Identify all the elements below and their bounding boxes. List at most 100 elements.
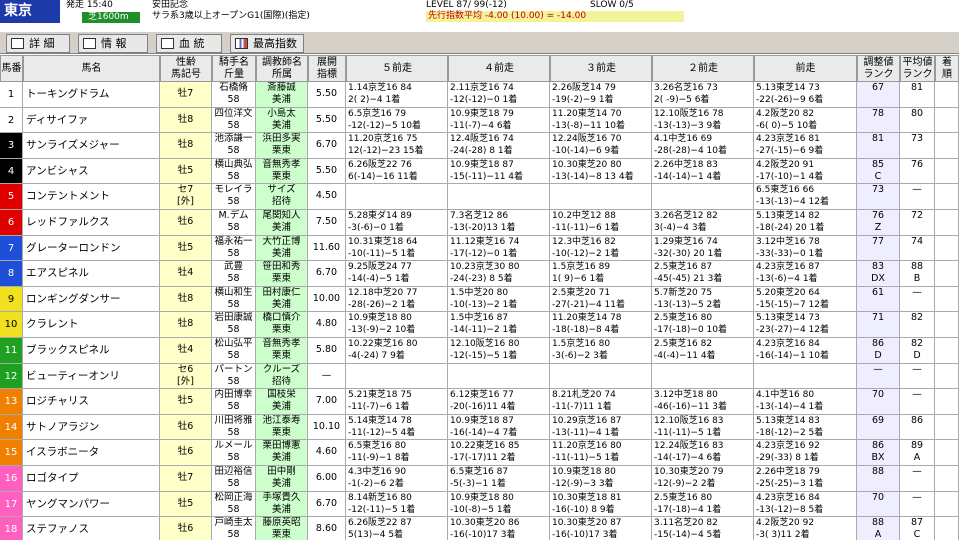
table-row[interactable]: 2 ディサイファ 牡8 四位洋文 58 小島太 美浦 5.50 6.5京芝16 79 -12(-1… [0,107,959,134]
jockey-cell[interactable]: 岩田康誠 58 [212,312,256,337]
horse-name[interactable]: サンライズメジャー [23,133,160,158]
past-race-p5[interactable]: 6.5東芝16 80 -11(-9)−1 8着 [346,440,448,465]
trainer-cell[interactable]: 尾関知人 美浦 [256,210,308,235]
table-row[interactable]: 10 クラレント 牡8 岩田康誠 58 橋口慎介 栗東 4.80 10.9東芝18 80 -13(… [0,312,959,338]
past-race-p1[interactable]: 4.23京芝16 81 -27(-15)−6 9着 [754,133,857,158]
past-race-p2[interactable]: 3.12中芝18 80 -46(-16)−11 3着 [652,389,754,414]
past-race-p5[interactable]: 4.3中芝16 90 -1(-2)−6 2着 [346,466,448,491]
past-race-p2[interactable]: 12.10阪芝16 78 -13(-13)−3 9着 [652,107,754,133]
header-idx[interactable]: 展開 指標 [308,55,346,82]
past-race-p5[interactable]: 6.26阪芝22 87 5(13)−4 5着 [346,517,448,540]
past-race-p4[interactable]: 10.9東芝18 80 -10(-8)−5 1着 [448,491,550,517]
table-row[interactable]: 1 トーキングドラム 牡7 石橋脩 58 斎藤誠 美浦 5.50 1.14京芝16 84 2( 2… [0,82,959,108]
jockey-cell[interactable]: 石橋脩 58 [212,82,256,107]
trainer-cell[interactable]: 浜田多実 栗東 [256,133,308,158]
past-race-p2[interactable]: 2.26中芝18 83 -14(-14)−1 4着 [652,158,754,184]
past-race-p1[interactable]: 5.13東芝14 83 -18(-12)−2 5着 [754,414,857,440]
past-race-p3[interactable]: 10.29京芝16 87 -13(-11)−4 1着 [550,414,652,440]
past-race-p1[interactable] [754,363,857,389]
table-row[interactable]: 7 グレーターロンドン 牡5 福永祐一 58 大竹正博 美浦 11.60 10.31東芝18 6… [0,235,959,262]
jockey-cell[interactable]: 池添謙一 58 [212,133,256,158]
past-race-p3[interactable]: 11.20京芝16 80 -11(-11)−5 1着 [550,440,652,465]
past-race-p2[interactable]: 2.5東芝16 80 -17(-18)−4 1着 [652,491,754,517]
trainer-cell[interactable]: 橋口慎介 栗東 [256,312,308,337]
past-race-p2[interactable]: 2.5東芝16 87 -45(-45) 21 3着 [652,261,754,286]
trainer-cell[interactable]: 田中剛 美浦 [256,466,308,491]
trainer-cell[interactable]: 手塚貴久 美浦 [256,491,308,517]
trainer-cell[interactable]: 田村康仁 美浦 [256,286,308,312]
tab-max-index[interactable]: 最高指数 [230,34,304,53]
table-row[interactable]: 8 エアスピネル 牡4 武豊 58 笹田和秀 栗東 6.70 9.25阪芝24 77 -14(-4… [0,261,959,287]
table-row[interactable]: 14 サトノアラジン 牡6 川田将雅 58 池江泰寿 栗東 10.10 5.14東芝14 78-… [0,414,959,441]
past-race-p5[interactable] [346,363,448,389]
table-row[interactable]: 18 ステファノス 牡6 戸崎圭太 58 藤原英昭 栗東 8.60 6.26阪芝22 87 5(1… [0,517,959,540]
past-race-p3[interactable]: 2.26阪芝14 79 -19(-2)−9 1着 [550,82,652,107]
past-race-p3[interactable]: 11.20東芝14 70 -13(-8)−11 10着 [550,107,652,133]
past-race-p3[interactable]: 12.24阪芝16 70 -10(-14)−6 9着 [550,133,652,158]
jockey-cell[interactable]: M.デム 58 [212,210,256,235]
trainer-cell[interactable]: 大竹正博 美浦 [256,235,308,261]
jockey-cell[interactable]: 川田将雅 58 [212,414,256,440]
horse-name[interactable]: イスラボニータ [23,440,160,465]
horse-name[interactable]: ロジチャリス [23,389,160,414]
jockey-cell[interactable]: パートン 58 [212,363,256,389]
past-race-p5[interactable]: 5.28東ダ14 89 -3(-6)−0 1着 [346,210,448,235]
jockey-cell[interactable]: モレイラ 58 [212,184,256,209]
horse-name[interactable]: ロゴタイプ [23,466,160,491]
header-p2[interactable]: ２前走 [652,55,754,82]
past-race-p4[interactable]: 1.5中芝20 80 -10(-13)−2 1着 [448,286,550,312]
past-race-p2[interactable]: 1.29東芝16 74 -32(-30) 20 1着 [652,235,754,261]
jockey-cell[interactable]: 田辺裕信 58 [212,466,256,491]
past-race-p3[interactable]: 12.3中芝16 82 -10(-12)−2 1着 [550,235,652,261]
past-race-p4[interactable]: 10.9東芝18 87 -16(-14)−4 7着 [448,414,550,440]
header-p1[interactable]: 前走 [754,55,857,82]
table-row[interactable]: 6 レッドファルクス 牡6 M.デム 58 尾関知人 美浦 7.50 5.28東ダ14 89 -3… [0,210,959,236]
past-race-p3[interactable]: 10.30東芝20 87 -16(-10)17 3着 [550,517,652,540]
past-race-p3[interactable]: 11.20東芝14 78 -18(-18)−8 4着 [550,312,652,337]
jockey-cell[interactable]: 横山和生 58 [212,286,256,312]
past-race-p4[interactable]: 10.30東芝20 86 -16(-10)17 3着 [448,517,550,540]
horse-name[interactable]: ディサイファ [23,107,160,133]
past-race-p1[interactable]: 5.13東芝14 73 -23(-27)−4 12着 [754,312,857,337]
horse-name[interactable]: アンビシャス [23,158,160,184]
horse-name[interactable]: サトノアラジン [23,414,160,440]
jockey-cell[interactable]: 武豊 58 [212,261,256,286]
horse-name[interactable]: トーキングドラム [23,82,160,107]
past-race-p1[interactable]: 4.23京芝16 92 -29(-33) 8 1着 [754,440,857,465]
past-race-p3[interactable]: 10.9東芝18 80 -12(-9)−3 3着 [550,466,652,491]
table-row[interactable]: 5 コンテントメント セ7 [外] モレイラ 58 サイズ 招待 4.50 6.5東芝16 66-… [0,184,959,210]
header-fin[interactable]: 着 順 [935,55,959,82]
jockey-cell[interactable]: ルメール 58 [212,440,256,465]
trainer-cell[interactable]: 小島太 美浦 [256,107,308,133]
table-row[interactable]: 15 イスラボニータ 牡6 ルメール 58 栗田博憲 美浦 4.60 6.5東芝16 80 -11… [0,440,959,466]
table-row[interactable]: 13 ロジチャリス 牡5 内田博幸 58 国枝栄 美浦 7.00 5.21東芝18 75 -11(… [0,389,959,415]
past-race-p4[interactable]: 10.9東芝18 87 -15(-11)−11 4着 [448,158,550,184]
past-race-p5[interactable]: 10.31東芝18 64 -10(-11)−5 1着 [346,235,448,261]
trainer-cell[interactable]: 栗田博憲 美浦 [256,440,308,465]
past-race-p5[interactable]: 1.14京芝16 84 2( 2)−4 1着 [346,82,448,107]
past-race-p5[interactable]: 5.21東芝18 75 -11(-7)−6 1着 [346,389,448,414]
header-trainer[interactable]: 調教師名 所属 [256,55,308,82]
header-rk2[interactable]: 平均値 ランク [900,55,935,82]
trainer-cell[interactable]: 音無秀孝 栗東 [256,338,308,363]
trainer-cell[interactable]: クルーズ 招待 [256,363,308,389]
jockey-cell[interactable]: 四位洋文 58 [212,107,256,133]
past-race-p1[interactable]: 5.13東芝14 82 -18(-24) 20 1着 [754,210,857,235]
past-race-p4[interactable]: 6.5東芝16 87 -5(-3)−1 1着 [448,466,550,491]
past-race-p2[interactable]: 10.30東芝20 79 -12(-9)−2 2着 [652,466,754,491]
trainer-cell[interactable]: サイズ 招待 [256,184,308,209]
horse-name[interactable]: コンテントメント [23,184,160,209]
past-race-p4[interactable]: 12.10阪芝16 80 -12(-15)−5 1着 [448,338,550,363]
past-race-p1[interactable]: 3.12中芝16 78 -33(-33)−0 1着 [754,235,857,261]
past-race-p4[interactable]: 7.3名芝12 86 -13(-20)13 1着 [448,210,550,235]
past-race-p4[interactable]: 10.22東芝16 85 -17(-17)11 2着 [448,440,550,465]
past-race-p4[interactable]: 6.12東芝16 77 -20(-16)11 4着 [448,389,550,414]
past-race-p5[interactable]: 10.22東芝16 80 -4(-24) 7 9着 [346,338,448,363]
past-race-p5[interactable] [346,184,448,209]
past-race-p3[interactable]: 8.21札芝20 74 -11(-7)11 1着 [550,389,652,414]
table-row[interactable]: 12 ビューティーオンリ セ6 [外] パートン 58 クルーズ 招待 — — — [0,363,959,390]
past-race-p5[interactable]: 9.25阪芝24 77 -14(-4)−5 1着 [346,261,448,286]
past-race-p1[interactable]: 4.23京芝16 84 -16(-14)−1 10着 [754,338,857,363]
header-sex[interactable]: 性齢 馬記号 [160,55,212,82]
past-race-p1[interactable]: 5.20東芝20 64 -15(-15)−7 12着 [754,286,857,312]
